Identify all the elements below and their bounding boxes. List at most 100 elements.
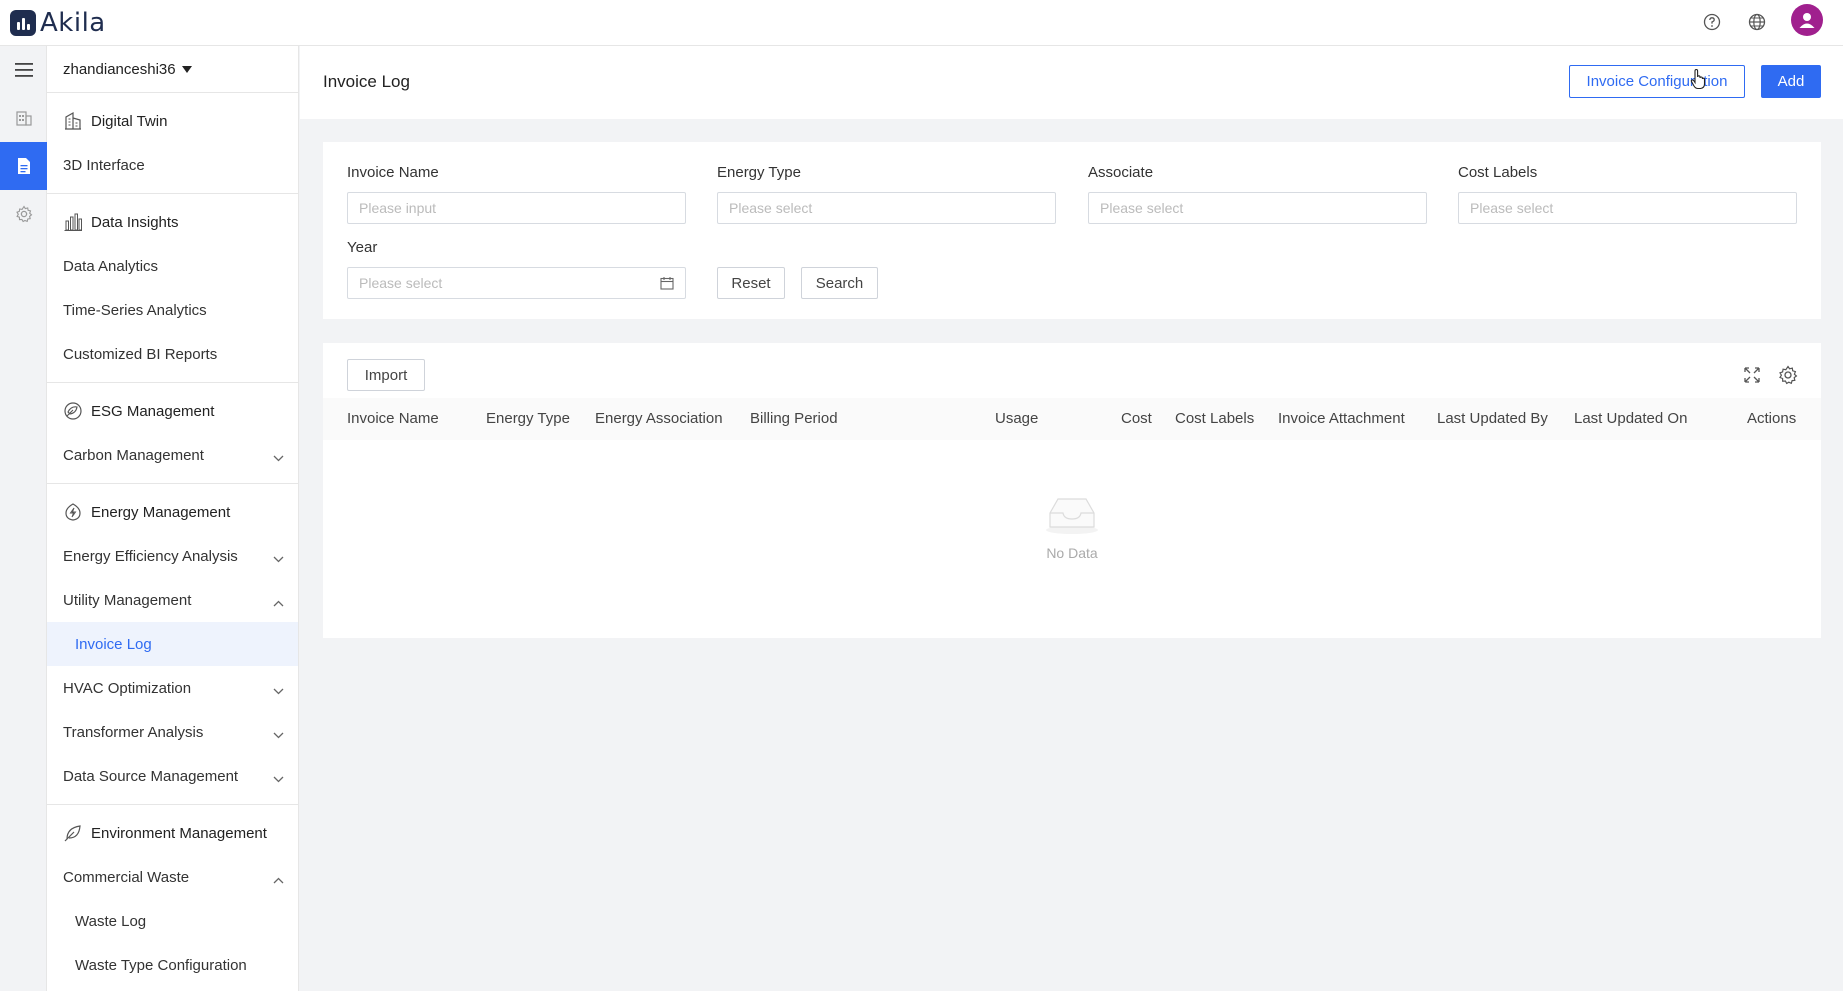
- column-header[interactable]: Energy Type: [486, 410, 570, 427]
- invoice-name-label: Invoice Name: [347, 164, 439, 181]
- sidebar-item-label: Utility Management: [63, 591, 192, 609]
- calendar-icon: [660, 276, 674, 293]
- column-settings-icon[interactable]: [1776, 363, 1800, 387]
- mouse-cursor-icon: [1690, 68, 1706, 94]
- esg-icon: [63, 401, 83, 421]
- sidebar-item-label: Carbon Management: [63, 446, 204, 464]
- year-placeholder: Please select: [359, 275, 443, 291]
- import-button[interactable]: Import: [347, 359, 425, 391]
- sidebar-item-utility-management[interactable]: Utility Management: [47, 578, 298, 622]
- sidebar-group-esg-management: ESG Management Carbon Management: [47, 383, 298, 484]
- sidebar-item-label: Commercial Waste: [63, 868, 190, 886]
- digital-twin-icon: [63, 111, 83, 131]
- sidebar-head-digital-twin[interactable]: Digital Twin: [47, 99, 298, 143]
- logo-mark-icon: [10, 10, 36, 36]
- sidebar-head-energy-management[interactable]: Energy Management: [47, 490, 298, 534]
- logo-text: Akila: [40, 8, 106, 38]
- sidebar-head-label: Digital Twin: [91, 112, 168, 130]
- document-icon[interactable]: [0, 142, 47, 190]
- project-name: zhandianceshi36: [63, 60, 176, 78]
- column-header[interactable]: Cost Labels: [1175, 410, 1254, 427]
- chevron-up-icon: [273, 594, 284, 611]
- caret-down-icon: [181, 65, 192, 73]
- sidebar-item-label: HVAC Optimization: [63, 679, 192, 697]
- sidebar: zhandianceshi36 Digital Twin 3D Interfac…: [47, 46, 299, 991]
- column-header[interactable]: Last Updated On: [1574, 410, 1687, 427]
- chevron-down-icon: [273, 726, 284, 743]
- globe-icon[interactable]: [1746, 11, 1768, 33]
- column-header[interactable]: Last Updated By: [1437, 410, 1548, 427]
- empty-text: No Data: [1046, 545, 1098, 561]
- settings-icon[interactable]: [0, 190, 47, 238]
- page-header: Invoice Log Invoice Configuration Add: [300, 46, 1843, 119]
- leaf-icon: [63, 823, 83, 843]
- page-title: Invoice Log: [323, 72, 410, 91]
- sidebar-head-esg-management[interactable]: ESG Management: [47, 389, 298, 433]
- help-icon[interactable]: [1701, 11, 1723, 33]
- user-avatar-icon[interactable]: [1791, 4, 1823, 36]
- empty-inbox-icon: [1044, 493, 1100, 539]
- sidebar-item-hvac-optimization[interactable]: HVAC Optimization: [47, 666, 298, 710]
- sidebar-group-energy-management: Energy Management Energy Efficiency Anal…: [47, 484, 298, 805]
- sidebar-item-3d-interface[interactable]: 3D Interface: [47, 143, 298, 187]
- sidebar-item-invoice-log[interactable]: Invoice Log: [47, 622, 298, 666]
- filter-panel: Invoice Name Please input Energy Type Pl…: [323, 142, 1821, 319]
- sidebar-group-digital-twin: Digital Twin 3D Interface: [47, 93, 298, 194]
- sidebar-item-time-series-analytics[interactable]: Time-Series Analytics: [47, 288, 298, 332]
- sidebar-item-label: Transformer Analysis: [63, 723, 204, 741]
- sidebar-head-label: Data Insights: [91, 213, 179, 231]
- chevron-down-icon: [273, 449, 284, 466]
- column-header[interactable]: Billing Period: [750, 410, 838, 427]
- column-header[interactable]: Invoice Attachment: [1278, 410, 1405, 427]
- chevron-up-icon: [273, 871, 284, 888]
- sidebar-item-energy-efficiency-analysis[interactable]: Energy Efficiency Analysis: [47, 534, 298, 578]
- sidebar-item-data-analytics[interactable]: Data Analytics: [47, 244, 298, 288]
- column-header[interactable]: Usage: [995, 410, 1038, 427]
- sidebar-item-waste-type-configuration[interactable]: Waste Type Configuration: [47, 943, 298, 987]
- year-picker[interactable]: Please select: [347, 267, 686, 299]
- sidebar-item-commercial-waste[interactable]: Commercial Waste: [47, 855, 298, 899]
- sidebar-item-label: Data Source Management: [63, 767, 239, 785]
- column-header[interactable]: Invoice Name: [347, 410, 439, 427]
- sidebar-item-label: Invoice Log: [75, 635, 152, 653]
- associate-select[interactable]: Please select: [1088, 192, 1427, 224]
- sidebar-item-label: Energy Efficiency Analysis: [63, 547, 238, 565]
- menu-toggle-icon[interactable]: [0, 46, 47, 94]
- sidebar-group-data-insights: Data Insights Data Analytics Time-Series…: [47, 194, 298, 383]
- invoice-name-input[interactable]: Please input: [347, 192, 686, 224]
- sidebar-item-data-source-management[interactable]: Data Source Management: [47, 754, 298, 798]
- sidebar-head-data-insights[interactable]: Data Insights: [47, 200, 298, 244]
- main-content: Invoice Log Invoice Configuration Add In…: [300, 46, 1843, 991]
- app-logo[interactable]: Akila: [10, 8, 106, 38]
- energy-icon: [63, 502, 83, 522]
- search-button[interactable]: Search: [801, 267, 878, 299]
- energy-type-select[interactable]: Please select: [717, 192, 1056, 224]
- cost-labels-select[interactable]: Please select: [1458, 192, 1797, 224]
- sidebar-item-transformer-analysis[interactable]: Transformer Analysis: [47, 710, 298, 754]
- table-header: Invoice Name Energy Type Energy Associat…: [323, 398, 1821, 440]
- sidebar-item-waste-log[interactable]: Waste Log: [47, 899, 298, 943]
- sidebar-item-label: 3D Interface: [63, 156, 145, 174]
- reset-button[interactable]: Reset: [717, 267, 785, 299]
- column-header[interactable]: Actions: [1747, 410, 1796, 427]
- top-header: Akila: [0, 0, 1843, 46]
- sidebar-item-label: Customized BI Reports: [63, 345, 218, 363]
- sidebar-head-label: Environment Management: [91, 824, 267, 842]
- column-header[interactable]: Energy Association: [595, 410, 723, 427]
- project-selector[interactable]: zhandianceshi36: [47, 46, 298, 93]
- sidebar-item-label: Waste Type Configuration: [75, 956, 247, 974]
- fullscreen-icon[interactable]: [1740, 363, 1764, 387]
- building-icon[interactable]: [0, 94, 47, 142]
- sidebar-head-label: Energy Management: [91, 503, 231, 521]
- cost-labels-label: Cost Labels: [1458, 164, 1538, 181]
- add-button[interactable]: Add: [1761, 65, 1821, 98]
- sidebar-item-customized-bi-reports[interactable]: Customized BI Reports: [47, 332, 298, 376]
- column-header[interactable]: Cost: [1121, 410, 1152, 427]
- bar-chart-icon: [63, 212, 83, 232]
- associate-label: Associate: [1088, 164, 1154, 181]
- sidebar-head-label: ESG Management: [91, 402, 215, 420]
- sidebar-item-carbon-management[interactable]: Carbon Management: [47, 433, 298, 477]
- sidebar-head-environment-management[interactable]: Environment Management: [47, 811, 298, 855]
- sidebar-item-label: Data Analytics: [63, 257, 159, 275]
- invoice-configuration-button[interactable]: Invoice Configuration: [1569, 65, 1745, 98]
